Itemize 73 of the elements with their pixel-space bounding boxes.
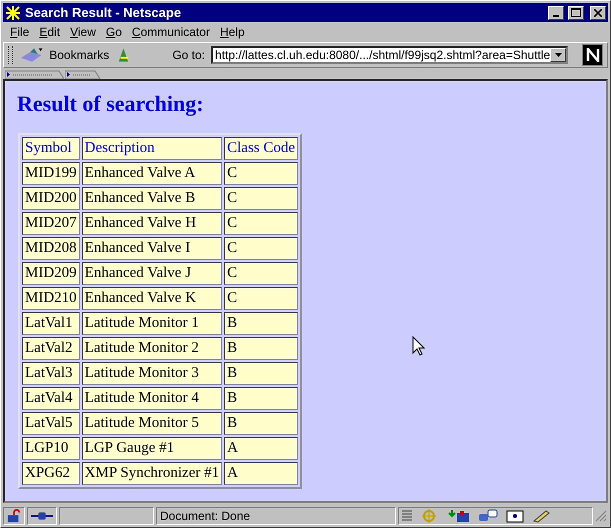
table-cell: XMP Synchronizer #1	[82, 462, 222, 485]
url-field[interactable]: http://lattes.cl.uh.edu:8080/.../shtml/f99jsq2.shtml?area=Shuttle	[211, 46, 568, 64]
table-cell: Enhanced Valve I	[82, 237, 222, 260]
column-header: Class Code	[224, 137, 298, 160]
table-cell: C	[224, 237, 298, 260]
table-cell: Enhanced Valve B	[82, 187, 222, 210]
list-icon	[402, 509, 412, 523]
maximize-button[interactable]	[568, 6, 584, 20]
table-cell: LatVal1	[22, 312, 80, 335]
window-title: Search Result - Netscape	[25, 5, 182, 20]
chat-icon	[478, 509, 498, 523]
table-cell: MID210	[22, 287, 80, 310]
menu-item[interactable]: File	[5, 24, 34, 38]
close-button[interactable]	[590, 6, 606, 20]
status-text: Document: Done	[160, 509, 250, 523]
menu-item[interactable]: Communicator	[126, 24, 215, 38]
mouse-pointer-icon	[412, 336, 425, 356]
column-header: Symbol	[22, 137, 80, 160]
table-cell: MID209	[22, 262, 80, 285]
table-cell: B	[224, 362, 298, 385]
page-heading: Result of searching:	[17, 91, 205, 117]
table-cell: MID199	[22, 162, 80, 185]
table-cell: B	[224, 312, 298, 335]
table-cell: C	[224, 212, 298, 235]
pen-icon	[532, 509, 552, 523]
table-cell: MID208	[22, 237, 80, 260]
caret-icon	[554, 53, 562, 57]
table-cell: B	[224, 337, 298, 360]
menu-item[interactable]: Go	[100, 24, 127, 38]
netscape-icon	[5, 4, 21, 20]
minimize-button[interactable]	[548, 6, 564, 20]
table-cell: Enhanced Valve A	[82, 162, 222, 185]
table-cell: Enhanced Valve K	[82, 287, 222, 310]
menu-item[interactable]: Edit	[34, 24, 66, 38]
table-cell: Latitude Monitor 4	[82, 387, 222, 410]
table-cell: Latitude Monitor 3	[82, 362, 222, 385]
table-cell: LGP10	[22, 437, 80, 460]
bookmarks-button[interactable]: Bookmarks	[49, 48, 110, 62]
table-cell: B	[224, 412, 298, 435]
resize-grip-icon	[595, 510, 607, 522]
address-card-icon	[506, 509, 524, 523]
goto-label: Go to:	[172, 48, 206, 62]
table-cell: Enhanced Valve J	[82, 262, 222, 285]
table-cell: C	[224, 187, 298, 210]
table-cell: A	[224, 462, 298, 485]
table-cell: MID207	[22, 212, 80, 235]
close-icon	[594, 8, 602, 16]
maximize-icon	[571, 8, 581, 17]
table-cell: Enhanced Valve H	[82, 212, 222, 235]
table-cell: C	[224, 287, 298, 310]
lock-icon	[7, 509, 21, 523]
table-cell: LatVal3	[22, 362, 80, 385]
inbox-icon	[448, 509, 470, 523]
table-cell: B	[224, 387, 298, 410]
table-cell: Latitude Monitor 1	[82, 312, 222, 335]
table-cell: LatVal5	[22, 412, 80, 435]
table-cell: LGP Gauge #1	[82, 437, 222, 460]
dropdown-button[interactable]	[550, 48, 566, 62]
table-cell: C	[224, 262, 298, 285]
bookmarks-icon	[18, 46, 44, 64]
menu-item[interactable]: View	[65, 24, 101, 38]
minimize-icon	[553, 14, 559, 16]
table-cell: LatVal2	[22, 337, 80, 360]
table-cell: XPG62	[22, 462, 80, 485]
table-cell: Latitude Monitor 2	[82, 337, 222, 360]
table-cell: A	[224, 437, 298, 460]
table-cell: LatVal4	[22, 387, 80, 410]
table-cell: C	[224, 162, 298, 185]
column-header: Description	[82, 137, 222, 160]
menu-item[interactable]: Help	[214, 24, 250, 38]
table-cell: MID200	[22, 187, 80, 210]
table-cell: Latitude Monitor 5	[82, 412, 222, 435]
plug-icon	[31, 511, 53, 521]
